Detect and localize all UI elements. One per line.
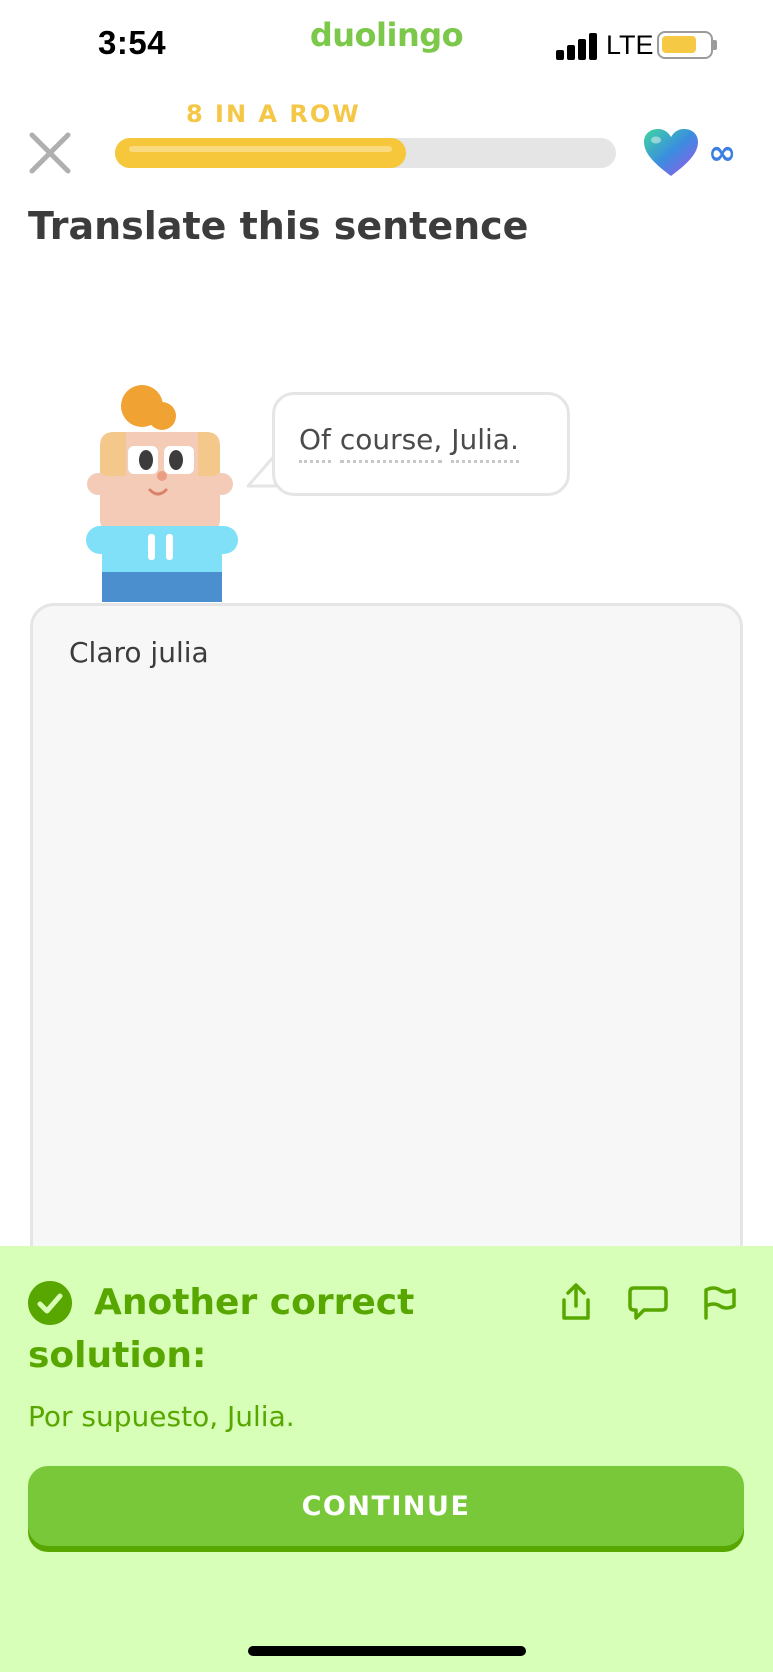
infinity-icon: ∞ (708, 133, 737, 173)
home-indicator (248, 1646, 526, 1656)
prompt-word[interactable]: course, (339, 423, 443, 463)
close-button[interactable] (24, 127, 76, 179)
share-icon[interactable] (556, 1282, 596, 1322)
prompt-sentence: Of course, Julia. (299, 423, 519, 463)
feedback-solution: Por supuesto, Julia. (28, 1400, 295, 1433)
heart-icon[interactable] (642, 128, 700, 178)
character-illustration (86, 385, 238, 602)
status-bar: 3:54 duolingo LTE (0, 0, 773, 90)
answer-text: Claro julia (69, 636, 209, 669)
prompt-word[interactable]: Julia. (451, 423, 519, 463)
signal-icon (556, 32, 598, 60)
close-icon (29, 132, 71, 174)
feedback-title: Another correct solution: (28, 1282, 415, 1376)
streak-label: 8 IN A ROW (186, 100, 361, 128)
exercise-title: Translate this sentence (28, 204, 529, 248)
prompt-word[interactable]: Of (299, 423, 331, 463)
feedback-panel: Another correct solution: Por supuesto, … (0, 1246, 773, 1672)
network-label: LTE (606, 30, 654, 60)
speech-bubble: Of course, Julia. (272, 392, 570, 496)
continue-button[interactable]: CONTINUE (28, 1466, 744, 1546)
comment-icon[interactable] (628, 1282, 668, 1322)
battery-icon (657, 31, 713, 59)
progress-shine (129, 146, 392, 152)
progress-fill (115, 138, 406, 168)
lesson-progress-bar (115, 138, 616, 168)
battery-tip (713, 40, 717, 50)
report-flag-icon[interactable] (700, 1282, 740, 1322)
